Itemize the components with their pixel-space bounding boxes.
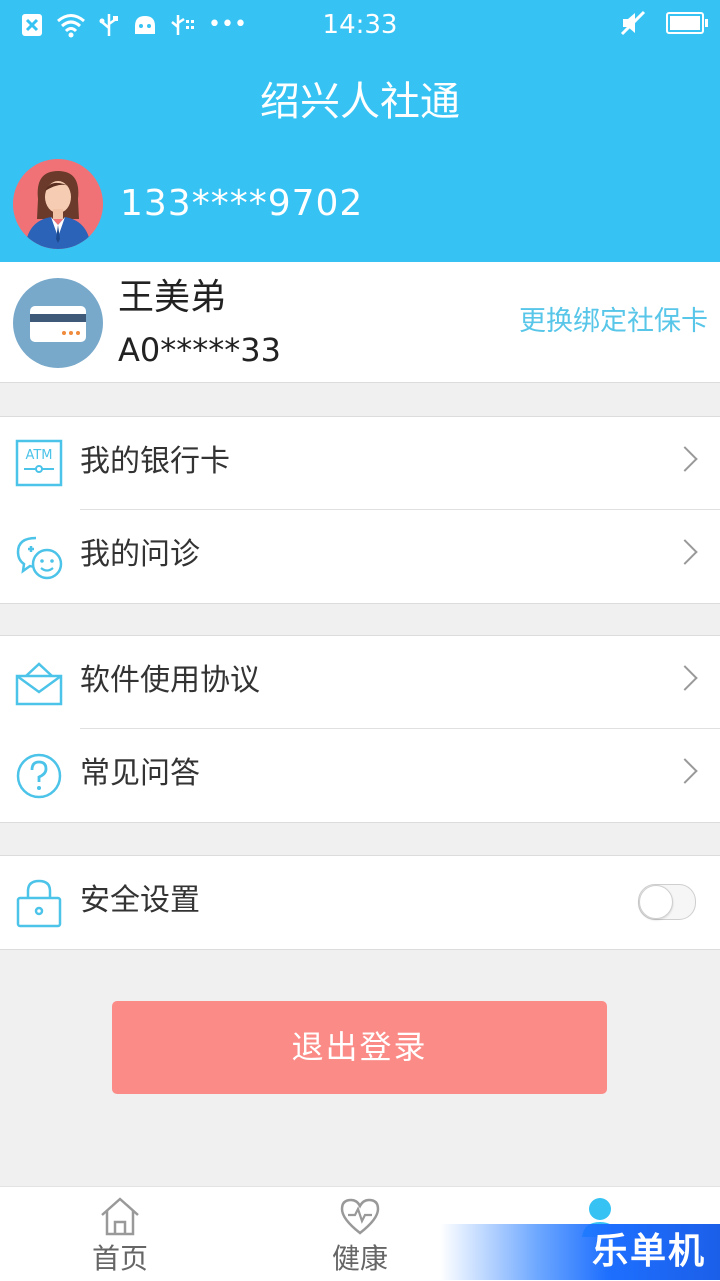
menu-item-consultation[interactable]: 我的问诊	[0, 510, 720, 603]
social-security-card: 王美弟 A0*****33 更换绑定社保卡	[0, 262, 720, 383]
status-time: 14:33	[322, 10, 398, 40]
menu-label-security: 安全设置	[80, 883, 200, 918]
card-holder-name: 王美弟	[118, 277, 227, 318]
menu-item-security: 安全设置	[0, 856, 720, 949]
tab-home-label: 首页	[91, 1242, 148, 1275]
card-avatar	[13, 278, 103, 368]
menu-item-agreement[interactable]: 软件使用协议	[0, 636, 720, 729]
lock-icon	[16, 879, 62, 928]
menu-item-faq[interactable]: 常见问答	[0, 729, 720, 822]
change-card-link[interactable]: 更换绑定社保卡	[519, 304, 708, 340]
phone-number: 133****9702	[120, 183, 364, 224]
chat-smile-icon	[16, 536, 63, 580]
menu-label-faq: 常见问答	[80, 756, 200, 791]
logout-button[interactable]: 退出登录	[112, 1001, 607, 1094]
chevron-right-icon	[672, 446, 698, 472]
profile-header: 绍兴人社通 133****9702	[0, 52, 720, 262]
battery-icon	[666, 12, 708, 34]
menu-item-bank-card[interactable]: ATM 我的银行卡	[0, 417, 720, 510]
chevron-right-icon	[672, 758, 698, 784]
site-watermark: 乐单机	[440, 1224, 720, 1280]
menu-group-info: 软件使用协议 常见问答	[0, 635, 720, 823]
chevron-right-icon	[672, 665, 698, 691]
chevron-right-icon	[672, 539, 698, 565]
atm-card-icon: ATM	[15, 439, 63, 487]
tab-home[interactable]: 首页	[0, 1187, 240, 1281]
watermark-text: 乐单机	[591, 1231, 706, 1272]
home-icon	[101, 1197, 139, 1236]
status-bar: ••• 14:33	[0, 0, 720, 52]
question-circle-icon	[16, 753, 62, 799]
menu-label-agreement: 软件使用协议	[80, 663, 260, 698]
user-avatar-icon	[13, 159, 103, 249]
envelope-icon	[15, 662, 63, 706]
heart-pulse-icon	[340, 1198, 380, 1235]
menu-group-security: 安全设置	[0, 855, 720, 950]
app-title: 绍兴人社通	[260, 79, 460, 125]
credit-card-icon	[30, 306, 86, 342]
svg-text:ATM: ATM	[25, 448, 52, 463]
menu-group-account: ATM 我的银行卡 我的问诊	[0, 416, 720, 604]
mute-icon	[620, 10, 646, 36]
security-toggle[interactable]	[638, 884, 696, 920]
card-number: A0*****33	[118, 331, 281, 369]
menu-label-consultation: 我的问诊	[80, 537, 200, 572]
status-right-icons	[620, 10, 708, 36]
avatar[interactable]	[13, 159, 103, 249]
menu-label-bank-card: 我的银行卡	[80, 444, 230, 479]
